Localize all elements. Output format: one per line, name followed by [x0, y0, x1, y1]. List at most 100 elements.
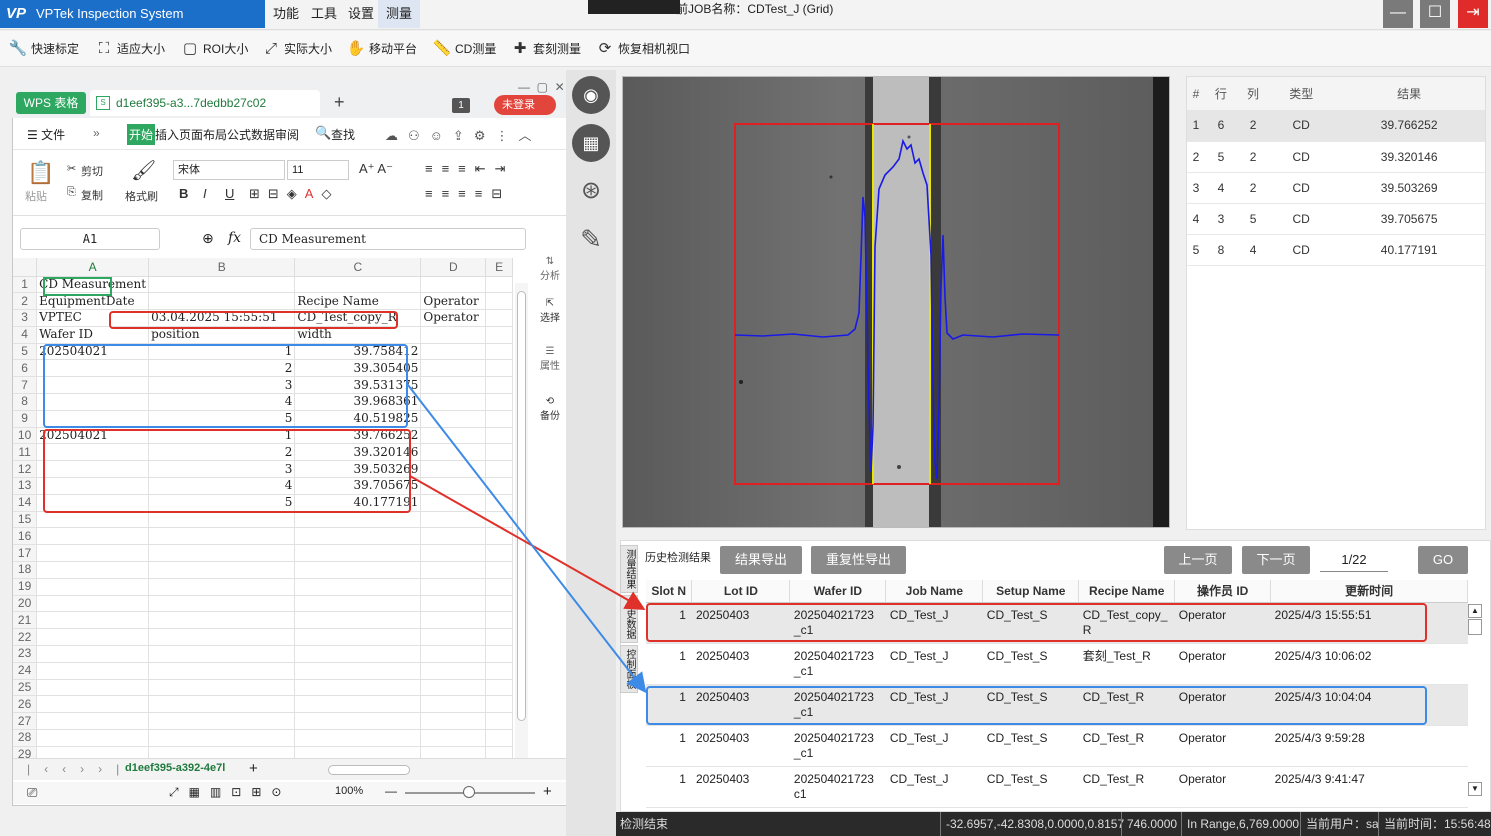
cell[interactable]: [485, 343, 513, 361]
tab-measure-results[interactable]: 测量结果: [620, 545, 638, 593]
prev-page-button[interactable]: 上一页: [1164, 546, 1232, 574]
column-header[interactable]: C: [294, 258, 422, 277]
cell[interactable]: [148, 662, 296, 680]
cell[interactable]: [294, 544, 422, 563]
cell[interactable]: [148, 628, 296, 647]
wps-file-menu[interactable]: ☰ 文件: [27, 126, 65, 143]
cell[interactable]: [36, 359, 150, 378]
side-tool-select[interactable]: ⇱ 选择: [533, 298, 567, 324]
paste-icon[interactable]: 📋: [27, 160, 54, 186]
cell[interactable]: [485, 645, 513, 663]
column-header[interactable]: B: [148, 258, 296, 277]
history-header[interactable]: Slot N: [646, 580, 693, 603]
cut-icon[interactable]: ✂: [67, 162, 76, 175]
cell[interactable]: [294, 628, 422, 647]
cell[interactable]: 03.04.2025 15:55:51: [148, 309, 296, 327]
cell[interactable]: [420, 645, 487, 663]
cell[interactable]: [148, 578, 296, 596]
cell[interactable]: [294, 578, 422, 596]
minimize-button[interactable]: —: [1383, 0, 1413, 28]
cell[interactable]: [420, 443, 487, 462]
row-header[interactable]: 24: [13, 662, 38, 680]
ribbon-tabs[interactable]: 插入页面布局公式数据审阅: [155, 126, 299, 143]
cell[interactable]: 40.519825: [294, 410, 422, 428]
menu-function[interactable]: 功能: [265, 0, 307, 28]
cell[interactable]: [485, 595, 513, 613]
login-button[interactable]: 未登录: [494, 95, 556, 115]
row-header[interactable]: 4: [13, 326, 38, 344]
name-box[interactable]: A1: [20, 228, 160, 250]
history-header[interactable]: 更新时间: [1270, 580, 1468, 603]
row-header[interactable]: 27: [13, 712, 38, 731]
cell[interactable]: [36, 544, 150, 563]
row-header[interactable]: 12: [13, 460, 38, 479]
exit-button[interactable]: ⇥: [1458, 0, 1488, 28]
target-icon[interactable]: ⊛: [572, 172, 610, 210]
column-header[interactable]: A: [36, 258, 150, 277]
cell[interactable]: [36, 443, 150, 462]
cell[interactable]: [294, 527, 422, 546]
cell[interactable]: [420, 460, 487, 479]
cell[interactable]: 39.320146: [294, 443, 422, 462]
menu-settings[interactable]: 设置: [340, 0, 382, 28]
cell[interactable]: [485, 292, 513, 311]
measurement-results-table[interactable]: # 行列类型 结果 1 6 2 CD 39.766252 2 5 2 CD 39.320146 3 4 2 C…: [1186, 76, 1486, 530]
cell[interactable]: 4: [148, 477, 296, 495]
window-count-badge[interactable]: 1: [452, 98, 470, 113]
history-row[interactable]: 1 20250403 202504021723 _c1 CD_Test_J CD_Tes…: [646, 684, 1468, 726]
cell[interactable]: position: [148, 326, 296, 344]
cell[interactable]: [36, 645, 150, 663]
cell[interactable]: [148, 712, 296, 731]
row-header[interactable]: 28: [13, 729, 38, 747]
cell[interactable]: EquipmentDate: [36, 292, 150, 311]
history-scroll-thumb[interactable]: [1468, 619, 1482, 635]
cell[interactable]: [148, 544, 296, 563]
next-page-button[interactable]: 下一页: [1242, 546, 1310, 574]
cell[interactable]: [485, 544, 513, 563]
cell[interactable]: [485, 729, 513, 747]
italic-button[interactable]: I: [203, 186, 207, 201]
history-row[interactable]: 1 20250403 202504021723 c1 CD_Test_J CD_Test…: [646, 766, 1468, 808]
cell[interactable]: 39.758412: [294, 343, 422, 361]
history-row[interactable]: 1 20250403 202504021723 _c1 CD_Test_J CD_Tes…: [646, 602, 1468, 644]
cell[interactable]: [36, 662, 150, 680]
history-header[interactable]: Wafer ID: [789, 580, 887, 603]
cell[interactable]: Wafer ID: [36, 326, 150, 344]
cell[interactable]: [36, 595, 150, 613]
history-header[interactable]: Job Name: [885, 580, 984, 603]
ruler-tool-icon[interactable]: ✎: [572, 220, 610, 258]
cell[interactable]: 39.503269: [294, 460, 422, 479]
cell[interactable]: [420, 376, 487, 395]
cell[interactable]: Operator: [420, 309, 487, 327]
cell[interactable]: [485, 628, 513, 647]
cell[interactable]: [485, 309, 513, 327]
results-row[interactable]: 1 6 2 CD 39.766252: [1187, 110, 1485, 142]
cell[interactable]: 4: [148, 393, 296, 411]
results-row[interactable]: 4 3 5 CD 39.705675: [1187, 203, 1485, 235]
row-header[interactable]: 16: [13, 527, 38, 546]
bold-button[interactable]: B: [179, 186, 188, 201]
side-tool-analyze[interactable]: ⇅ 分析: [533, 256, 567, 282]
row-header[interactable]: 29: [13, 746, 38, 758]
vertical-scrollbar[interactable]: [515, 283, 528, 758]
page-input[interactable]: 1/22: [1320, 552, 1388, 572]
row-header[interactable]: 11: [13, 443, 38, 462]
cell[interactable]: CD Measurement: [36, 276, 150, 294]
cell[interactable]: [36, 746, 150, 758]
cell[interactable]: [148, 527, 296, 546]
cell[interactable]: [36, 679, 150, 697]
cell[interactable]: [36, 393, 150, 411]
row-header[interactable]: 20: [13, 595, 38, 613]
history-row[interactable]: 1 20250403 202504021723 _c1 CD_Test_J CD_Tes…: [646, 643, 1468, 685]
results-row[interactable]: 5 8 4 CD 40.177191: [1187, 234, 1485, 266]
maximize-button[interactable]: ☐: [1420, 0, 1450, 28]
zoom-level[interactable]: 100%: [335, 785, 363, 797]
cell[interactable]: VPTEC: [36, 309, 150, 327]
font-select[interactable]: 宋体: [173, 160, 285, 180]
cell[interactable]: [485, 427, 513, 445]
cell[interactable]: [420, 527, 487, 546]
cell[interactable]: 3: [148, 460, 296, 479]
cell[interactable]: Operator: [420, 292, 487, 311]
more-icon[interactable]: »: [93, 126, 100, 140]
cell[interactable]: 3: [148, 376, 296, 395]
